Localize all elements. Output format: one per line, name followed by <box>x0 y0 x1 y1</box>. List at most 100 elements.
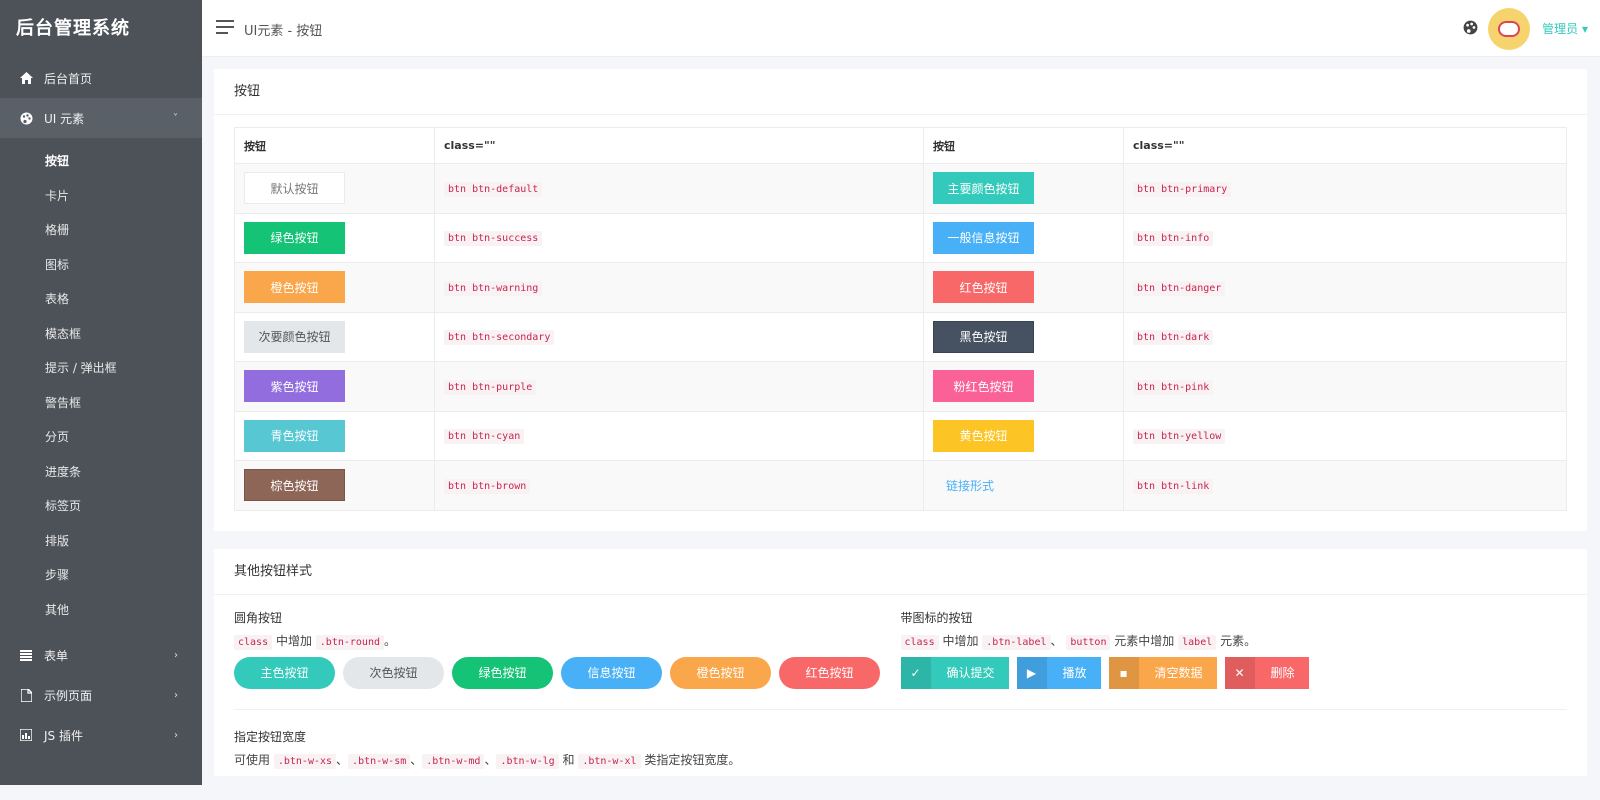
submenu-item-steps[interactable]: 步骤 <box>0 558 202 593</box>
code-snippet: btn btn-cyan <box>444 429 525 445</box>
demo-button-link[interactable]: 链接形式 <box>933 469 1007 501</box>
app-title: 后台管理系统 <box>16 18 130 39</box>
column-header: 按钮 <box>923 127 1124 164</box>
demo-button-primary[interactable]: 主要颜色按钮 <box>933 172 1034 205</box>
palette-icon[interactable] <box>1463 20 1478 38</box>
avatar[interactable] <box>1488 8 1530 50</box>
code-snippet: btn btn-link <box>1133 478 1214 494</box>
sidebar-item-label: 表单 <box>44 648 69 663</box>
demo-button-purple[interactable]: 紫色按钮 <box>244 370 345 403</box>
code-snippet: btn btn-purple <box>444 379 537 395</box>
button-cell: 主要颜色按钮 <box>923 163 1124 214</box>
main-content: 按钮 按钮 class="" 按钮 class="" 默认按钮 btn btn-d… <box>214 69 1587 794</box>
plugin-icon <box>18 727 34 743</box>
section-desc: 可使用 .btn-w-xs、 .btn-w-sm、 .btn-w-md、 .btn-w… <box>234 752 741 769</box>
column-header: class="" <box>1123 127 1567 164</box>
section-desc: class 中增加 .btn-label、 button 元素中增加 label… <box>900 632 1568 650</box>
chevron-down-icon: ˅ <box>173 112 178 124</box>
submenu-item-icons[interactable]: 图标 <box>0 248 202 283</box>
class-cell: btn btn-default <box>434 163 924 214</box>
demo-button-secondary[interactable]: 次要颜色按钮 <box>244 320 345 353</box>
demo-button-success[interactable]: 绿色按钮 <box>244 221 345 254</box>
demo-button-warning[interactable]: 橙色按钮 <box>244 271 345 304</box>
submenu-item-modal[interactable]: 模态框 <box>0 317 202 352</box>
sidebar-item-label: 示例页面 <box>44 688 93 703</box>
sidebar-item-js-plugins[interactable]: JS 插件 › <box>0 715 202 755</box>
sidebar-item-forms[interactable]: 表单 › <box>0 635 202 675</box>
submenu-item-pagination[interactable]: 分页 <box>0 420 202 455</box>
trash-icon: ▪ <box>1108 656 1139 689</box>
class-cell: btn btn-danger <box>1123 262 1567 313</box>
demo-button-info[interactable]: 一般信息按钮 <box>933 221 1034 254</box>
class-cell: btn btn-brown <box>434 460 924 511</box>
demo-button-danger[interactable]: 红色按钮 <box>933 271 1034 304</box>
column-header: class="" <box>434 127 924 164</box>
class-cell: btn btn-warning <box>434 262 924 313</box>
submenu-item-cards[interactable]: 卡片 <box>0 179 202 214</box>
button-cell: 默认按钮 <box>234 163 435 214</box>
code-snippet: btn btn-pink <box>1133 379 1214 395</box>
close-icon: ✕ <box>1224 656 1255 689</box>
submenu-item-other[interactable]: 其他 <box>0 593 202 628</box>
class-cell: btn btn-secondary <box>434 311 924 362</box>
submenu-item-tooltip-popover[interactable]: 提示 / 弹出框 <box>0 351 202 386</box>
sidebar-item-example-pages[interactable]: 示例页面 › <box>0 675 202 715</box>
button-cell: 紫色按钮 <box>234 361 435 412</box>
icon-label-button[interactable]: ▶ 播放 <box>1016 656 1101 689</box>
submenu-item-tables[interactable]: 表格 <box>0 282 202 317</box>
table-row: 青色按钮 btn btn-cyan 黄色按钮 btn btn-yellow <box>234 410 1567 461</box>
icon-label-button[interactable]: ✕ 删除 <box>1224 656 1309 689</box>
class-cell: btn btn-pink <box>1123 361 1567 412</box>
button-cell: 绿色按钮 <box>234 212 435 263</box>
card-title: 其他按钮样式 <box>214 549 1587 595</box>
code-snippet: btn btn-danger <box>1133 280 1226 296</box>
button-cell: 次要颜色按钮 <box>234 311 435 362</box>
round-button[interactable]: 信息按钮 <box>561 656 662 689</box>
submenu-item-progress[interactable]: 进度条 <box>0 455 202 490</box>
user-menu[interactable]: 管理员 ▾ <box>1542 20 1588 37</box>
round-button[interactable]: 红色按钮 <box>779 656 880 689</box>
class-cell: btn btn-info <box>1123 212 1567 263</box>
section-title: 指定按钮宽度 <box>234 729 307 744</box>
demo-button-cyan[interactable]: 青色按钮 <box>244 419 345 452</box>
round-button[interactable]: 主色按钮 <box>234 656 335 689</box>
button-cell: 一般信息按钮 <box>923 212 1124 263</box>
sidebar-item-label: 后台首页 <box>44 71 93 86</box>
button-cell: 棕色按钮 <box>234 460 435 511</box>
code-snippet: .btn-round <box>315 634 384 650</box>
icon-label-button[interactable]: ✓ 确认提交 <box>900 656 1009 689</box>
demo-button-dark[interactable]: 黑色按钮 <box>933 320 1034 353</box>
submenu-item-grid[interactable]: 格栅 <box>0 213 202 248</box>
button-cell: 链接形式 <box>923 460 1124 511</box>
submenu-item-tabs[interactable]: 标签页 <box>0 489 202 524</box>
sidebar-item-home[interactable]: 后台首页 <box>0 58 202 98</box>
round-button[interactable]: 绿色按钮 <box>452 656 553 689</box>
file-icon <box>18 687 34 703</box>
submenu-item-typography[interactable]: 排版 <box>0 524 202 559</box>
demo-button-brown[interactable]: 棕色按钮 <box>244 469 345 502</box>
class-cell: btn btn-primary <box>1123 163 1567 214</box>
hamburger-menu-icon[interactable] <box>216 20 234 34</box>
code-snippet: button <box>1066 634 1111 650</box>
icon-buttons-row: ✓ 确认提交 ▶ 播放 ▪ 清空数据 ✕ 删除 <box>900 656 1568 689</box>
code-snippet: btn btn-default <box>444 181 543 197</box>
submenu-item-alerts[interactable]: 警告框 <box>0 386 202 421</box>
list-icon <box>18 647 34 663</box>
section-title: 带图标的按钮 <box>900 610 973 625</box>
demo-button-yellow[interactable]: 黄色按钮 <box>933 419 1034 452</box>
code-snippet: label <box>1178 634 1217 650</box>
icon-label-button[interactable]: ▪ 清空数据 <box>1108 656 1217 689</box>
class-cell: btn btn-link <box>1123 460 1567 511</box>
demo-button-default[interactable]: 默认按钮 <box>244 172 345 205</box>
table-row: 紫色按钮 btn btn-purple 粉红色按钮 btn btn-pink <box>234 361 1567 412</box>
table-row: 橙色按钮 btn btn-warning 红色按钮 btn btn-danger <box>234 262 1567 313</box>
round-button[interactable]: 次色按钮 <box>343 656 444 689</box>
code-snippet: .btn-label <box>982 634 1051 650</box>
palette-icon <box>18 110 34 126</box>
sidebar-item-ui-elements[interactable]: UI 元素 ˅ <box>0 98 202 138</box>
code-snippet: btn btn-yellow <box>1133 429 1226 445</box>
round-button[interactable]: 橙色按钮 <box>670 656 771 689</box>
submenu-item-buttons[interactable]: 按钮 <box>0 144 202 179</box>
button-cell: 黄色按钮 <box>923 410 1124 461</box>
demo-button-pink[interactable]: 粉红色按钮 <box>933 370 1034 403</box>
